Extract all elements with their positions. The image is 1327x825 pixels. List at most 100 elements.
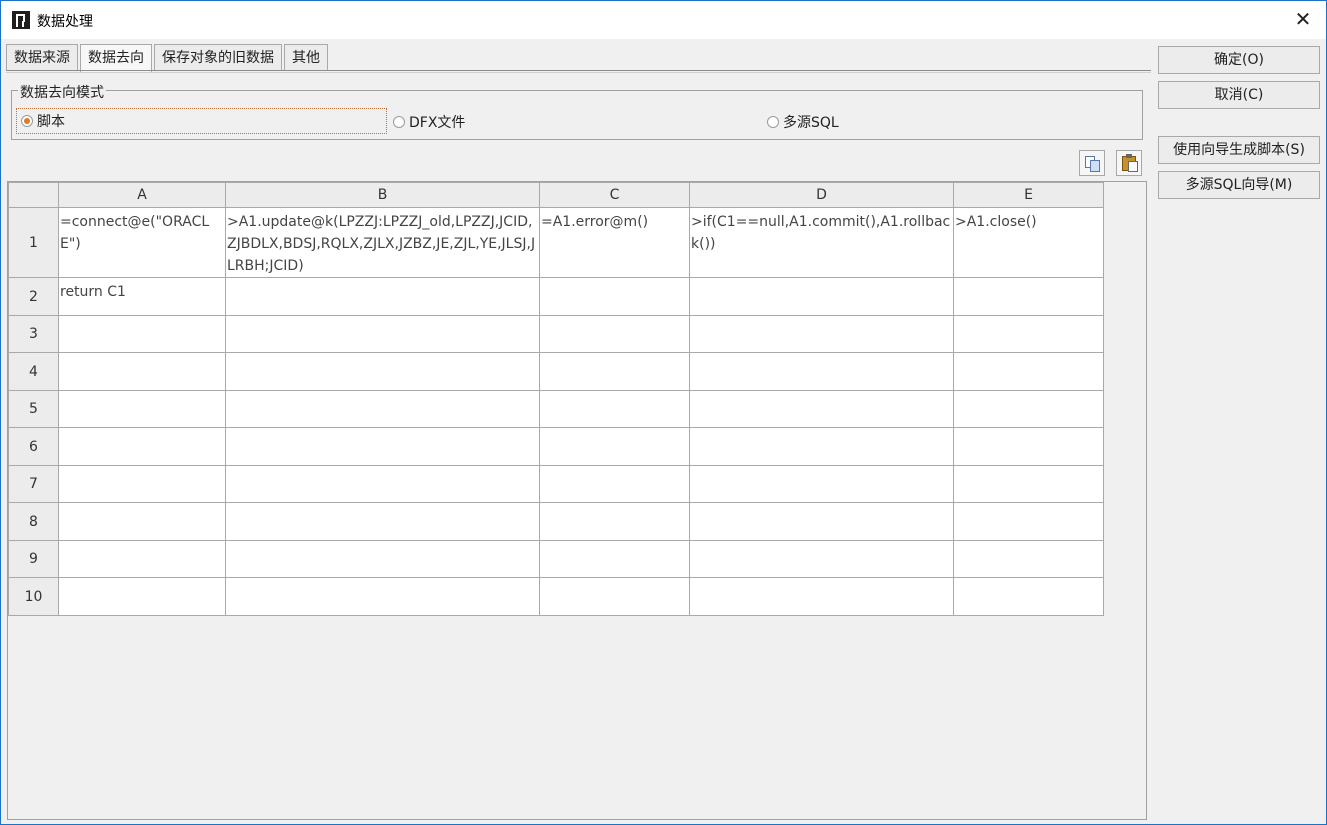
radio-multi-sql[interactable]: 多源SQL <box>767 112 839 132</box>
paste-icon[interactable] <box>1116 150 1142 176</box>
tab-divider <box>6 70 1151 71</box>
tab-other[interactable]: 其他 <box>284 44 328 71</box>
sheet-cell[interactable] <box>58 427 226 466</box>
table-row: 4 <box>8 352 1104 391</box>
row-header[interactable]: 1 <box>8 207 59 278</box>
row-header[interactable]: 8 <box>8 502 59 541</box>
column-header[interactable]: E <box>953 182 1104 208</box>
sheet-cell[interactable] <box>225 465 540 503</box>
sheet-cell[interactable] <box>689 315 954 353</box>
row-header[interactable]: 9 <box>8 540 59 578</box>
sheet-cell[interactable] <box>225 352 540 391</box>
table-row: 9 <box>8 540 1104 578</box>
tab-bar: 数据来源 数据去向 保存对象的旧数据 其他 <box>6 44 330 72</box>
radio-dot-icon <box>393 116 405 128</box>
sheet-cell[interactable] <box>539 502 690 541</box>
sheet-cell[interactable] <box>689 577 954 616</box>
sheet-cell[interactable] <box>689 352 954 391</box>
sheet-cell[interactable]: =A1.error@m() <box>539 207 690 278</box>
sheet-cell[interactable] <box>689 540 954 578</box>
radio-script-label: 脚本 <box>37 114 65 130</box>
row-header[interactable]: 3 <box>8 315 59 353</box>
sheet-cell[interactable] <box>58 540 226 578</box>
column-header[interactable]: C <box>539 182 690 208</box>
radio-script[interactable]: 脚本 <box>16 108 387 134</box>
sheet-cell[interactable] <box>539 315 690 353</box>
row-header[interactable]: 10 <box>8 577 59 616</box>
sheet-cell[interactable] <box>539 577 690 616</box>
sheet-cell[interactable] <box>689 465 954 503</box>
sheet-cell[interactable] <box>225 577 540 616</box>
sheet-cell[interactable]: >A1.update@k(LPZZJ:LPZZJ_old,LPZZJ,JCID,… <box>225 207 540 278</box>
table-row: 7 <box>8 465 1104 503</box>
sheet-cell[interactable] <box>953 390 1104 428</box>
radio-dot-icon <box>767 116 779 128</box>
table-row: 8 <box>8 502 1104 541</box>
sheet-cell[interactable] <box>953 502 1104 541</box>
row-header[interactable]: 7 <box>8 465 59 503</box>
radio-dot-icon <box>21 115 33 127</box>
tab-data-source[interactable]: 数据来源 <box>6 44 78 71</box>
sheet-cell[interactable] <box>689 390 954 428</box>
sheet-cell[interactable] <box>58 502 226 541</box>
ok-button[interactable]: 确定(O) <box>1158 46 1320 74</box>
sheet-cell[interactable]: >A1.close() <box>953 207 1104 278</box>
sheet-cell[interactable] <box>225 277 540 316</box>
table-row: 3 <box>8 315 1104 353</box>
sheet-cell[interactable] <box>953 577 1104 616</box>
sheet-cell[interactable] <box>58 577 226 616</box>
row-header[interactable]: 6 <box>8 427 59 466</box>
radio-dfx-label: DFX文件 <box>409 115 466 131</box>
tab-divider-shadow <box>6 72 1151 73</box>
dialog-window: 数据处理 ✕ 数据来源 数据去向 保存对象的旧数据 其他 数据去向模式 脚本 D… <box>0 0 1327 825</box>
script-sheet: A B C D E 1 =connect@e("ORACLE") >A1.updat… <box>8 182 1104 616</box>
sheet-cell[interactable] <box>953 352 1104 391</box>
sheet-cell[interactable] <box>953 277 1104 316</box>
sheet-cell[interactable] <box>953 540 1104 578</box>
column-header[interactable]: D <box>689 182 954 208</box>
sheet-cell[interactable] <box>953 315 1104 353</box>
sheet-cell[interactable] <box>225 427 540 466</box>
sheet-cell[interactable] <box>225 540 540 578</box>
sheet-cell[interactable] <box>58 465 226 503</box>
sheet-cell[interactable] <box>225 315 540 353</box>
app-logo-icon <box>12 11 30 29</box>
table-row: 5 <box>8 390 1104 428</box>
sheet-cell[interactable] <box>225 390 540 428</box>
radio-dfx-file[interactable]: DFX文件 <box>393 112 465 132</box>
sheet-cell[interactable] <box>539 390 690 428</box>
sheet-cell[interactable] <box>953 427 1104 466</box>
close-icon[interactable]: ✕ <box>1294 9 1312 29</box>
copy-icon[interactable] <box>1079 150 1105 176</box>
sheet-cell[interactable] <box>58 390 226 428</box>
sheet-cell[interactable] <box>689 502 954 541</box>
sheet-cell[interactable] <box>58 315 226 353</box>
table-row: 1 =connect@e("ORACLE") >A1.update@k(LPZZJ:… <box>8 207 1104 278</box>
sheet-cell[interactable]: >if(C1==null,A1.commit(),A1.rollback()) <box>689 207 954 278</box>
sheet-corner[interactable] <box>8 182 59 208</box>
row-header[interactable]: 4 <box>8 352 59 391</box>
column-header[interactable]: A <box>58 182 226 208</box>
wizard-script-button[interactable]: 使用向导生成脚本(S) <box>1158 136 1320 164</box>
tab-data-destination[interactable]: 数据去向 <box>80 44 152 72</box>
cancel-button[interactable]: 取消(C) <box>1158 81 1320 109</box>
column-header[interactable]: B <box>225 182 540 208</box>
sheet-cell[interactable] <box>539 352 690 391</box>
multi-sql-wizard-button[interactable]: 多源SQL向导(M) <box>1158 171 1320 199</box>
sheet-cell[interactable] <box>539 465 690 503</box>
window-title: 数据处理 <box>37 14 93 30</box>
sheet-cell[interactable] <box>225 502 540 541</box>
script-grid-area[interactable]: A B C D E 1 =connect@e("ORACLE") >A1.updat… <box>7 181 1147 820</box>
sheet-cell[interactable]: =connect@e("ORACLE") <box>58 207 226 278</box>
sheet-cell[interactable] <box>539 277 690 316</box>
sheet-cell[interactable] <box>539 427 690 466</box>
sheet-cell[interactable]: return C1 <box>58 277 226 316</box>
tab-old-data[interactable]: 保存对象的旧数据 <box>154 44 282 71</box>
sheet-cell[interactable] <box>58 352 226 391</box>
sheet-cell[interactable] <box>539 540 690 578</box>
sheet-cell[interactable] <box>953 465 1104 503</box>
sheet-cell[interactable] <box>689 277 954 316</box>
row-header[interactable]: 5 <box>8 390 59 428</box>
row-header[interactable]: 2 <box>8 277 59 316</box>
sheet-cell[interactable] <box>689 427 954 466</box>
